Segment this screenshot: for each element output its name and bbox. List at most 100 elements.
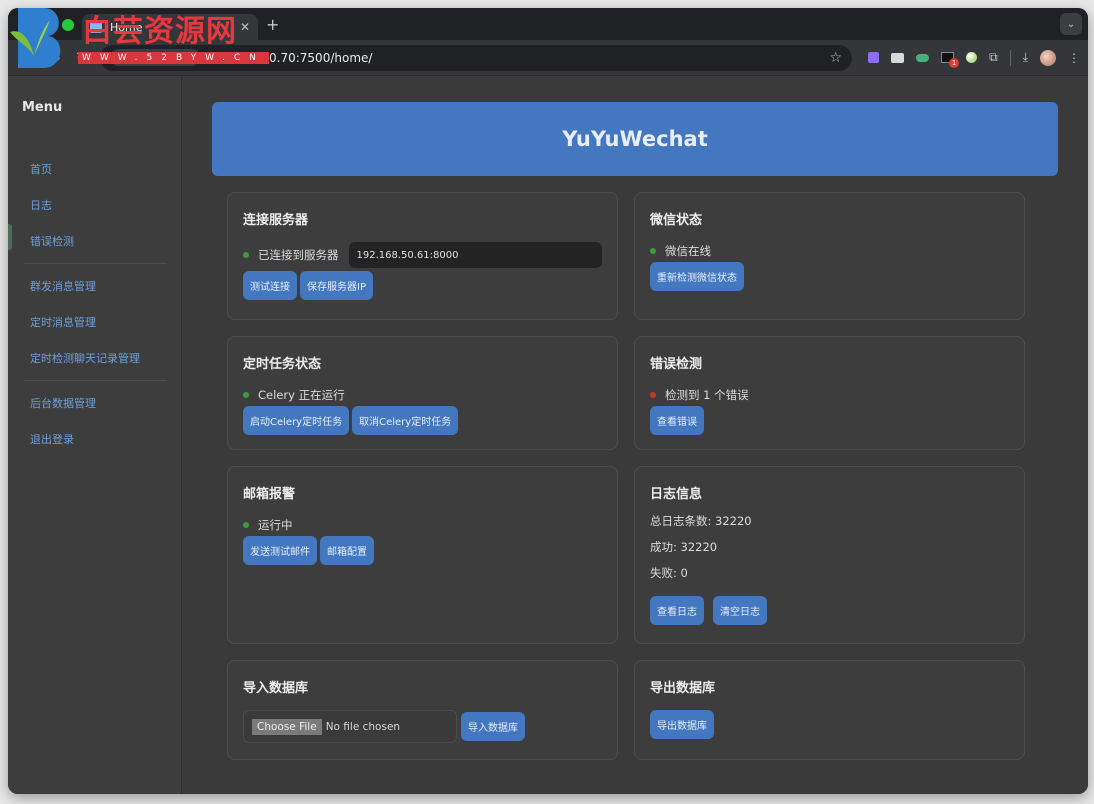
page: Menu 首页 日志 错误检测 群发消息管理 定时消息管理 定时检测聊天记录管理… [8, 76, 1088, 794]
card-title: 导入数据库 [243, 681, 309, 696]
recheck-wechat-button[interactable]: 重新检测微信状态 [650, 262, 744, 291]
favicon-icon [90, 21, 102, 33]
status-ok-dot-icon [243, 252, 249, 258]
status-ok-dot-icon [650, 248, 656, 254]
error-status: 检测到 1 个错误 [650, 386, 1009, 404]
bookmark-star-icon[interactable]: ☆ [830, 50, 843, 66]
extension-badge: 1 [949, 58, 960, 68]
choose-file-button[interactable]: Choose File [252, 718, 322, 735]
address-bar[interactable]: ⚠ Not Secure 192.168.50.70:7500/home/ ☆ [100, 44, 853, 71]
status-error-dot-icon [650, 392, 656, 398]
browser-toolbar: ← → ↻ ⚠ Not Secure 192.168.50.70:7500/ho… [8, 40, 1088, 76]
email-alert-card: 邮箱报警 运行中 发送测试邮件 邮箱配置 [227, 466, 618, 644]
file-input[interactable]: Choose File No file chosen [243, 710, 457, 743]
sidebar-item-scheduled-message[interactable]: 定时消息管理 [22, 304, 167, 340]
toolbar-divider [1009, 49, 1011, 66]
browser-window: Home ✕ + ⌄ ← → ↻ ⚠ Not Secure 192.168.50… [8, 8, 1088, 794]
save-server-ip-button[interactable]: 保存服务器IP [300, 271, 373, 300]
tab-search-button[interactable]: ⌄ [1060, 13, 1082, 35]
import-db-button[interactable]: 导入数据库 [461, 712, 525, 741]
profile-avatar[interactable] [1040, 49, 1056, 66]
start-celery-button[interactable]: 启动Celery定时任务 [243, 406, 350, 435]
tab-strip: Home ✕ + ⌄ [8, 8, 1088, 40]
sidebar: Menu 首页 日志 错误检测 群发消息管理 定时消息管理 定时检测聊天记录管理… [8, 76, 182, 794]
tab-title: Home [110, 20, 143, 34]
wechat-status-text: 微信在线 [665, 244, 711, 258]
log-failed: 失败: 0 [650, 566, 688, 580]
sidebar-item-logs[interactable]: 日志 [22, 187, 167, 223]
error-detection-card: 错误检测 检测到 1 个错误 查看错误 [634, 336, 1025, 450]
sidebar-item-home[interactable]: 首页 [22, 151, 167, 187]
celery-card: 定时任务状态 Celery 正在运行 启动Celery定时任务 取消Celery… [227, 336, 618, 450]
url-text[interactable]: 192.168.50.70:7500/home/ [208, 51, 830, 65]
sidebar-divider [24, 263, 167, 264]
more-menu-icon[interactable]: ⋮ [1068, 51, 1080, 65]
sidebar-item-chat-monitor[interactable]: 定时检测聊天记录管理 [22, 340, 167, 376]
card-title: 导出数据库 [650, 681, 716, 696]
page-title: YuYuWechat [212, 102, 1058, 176]
celery-status-text: Celery 正在运行 [258, 388, 345, 402]
extension-screen-icon[interactable]: 1 [941, 52, 960, 68]
file-status-text: No file chosen [325, 720, 401, 733]
chevron-down-icon: ⌄ [1066, 18, 1076, 30]
minimize-window-button[interactable] [42, 19, 54, 31]
log-info-card: 日志信息 总日志条数: 32220 成功: 32220 失败: 0 查看日志 清… [634, 466, 1025, 644]
sidebar-edge-handle [8, 224, 12, 250]
wechat-status-card: 微信状态 微信在线 重新检测微信状态 [634, 192, 1025, 320]
sidebar-item-logout[interactable]: 退出登录 [22, 421, 167, 457]
forward-button[interactable]: → [44, 49, 64, 67]
email-status: 运行中 [243, 516, 602, 534]
celery-status: Celery 正在运行 [243, 386, 602, 404]
extension-mask-icon[interactable] [916, 53, 930, 62]
new-tab-button[interactable]: + [266, 15, 279, 34]
download-icon[interactable]: ⤓ [1023, 50, 1028, 65]
close-tab-icon[interactable]: ✕ [240, 20, 250, 34]
sidebar-item-error-detection[interactable]: 错误检测 [22, 223, 167, 259]
close-window-button[interactable] [22, 19, 34, 31]
window-controls [22, 19, 74, 31]
send-test-email-button[interactable]: 发送测试邮件 [243, 536, 317, 565]
card-title: 邮箱报警 [243, 487, 296, 502]
main-content: YuYuWechat 连接服务器 已连接到服务器 192.168.50.61:8… [182, 76, 1088, 794]
cancel-celery-button[interactable]: 取消Celery定时任务 [352, 406, 459, 435]
server-status: 已连接到服务器 [243, 246, 339, 264]
wechat-status: 微信在线 [650, 242, 1009, 260]
back-button[interactable]: ← [16, 49, 36, 67]
card-title: 日志信息 [650, 487, 703, 502]
clear-logs-button[interactable]: 清空日志 [713, 596, 767, 625]
card-title: 错误检测 [650, 357, 703, 372]
export-db-card: 导出数据库 导出数据库 [634, 660, 1025, 760]
test-connection-button[interactable]: 测试连接 [243, 271, 297, 300]
reload-button[interactable]: ↻ [72, 49, 92, 67]
error-status-text: 检测到 1 个错误 [665, 388, 749, 402]
sidebar-item-data-admin[interactable]: 后台数据管理 [22, 385, 167, 421]
status-ok-dot-icon [243, 522, 249, 528]
email-config-button[interactable]: 邮箱配置 [320, 536, 374, 565]
card-title: 定时任务状态 [243, 357, 322, 372]
view-errors-button[interactable]: 查看错误 [650, 406, 704, 435]
maximize-window-button[interactable] [62, 19, 74, 31]
extensions-area: 1 ⧉ ⤓ ⋮ [860, 49, 1080, 68]
server-status-text: 已连接到服务器 [258, 248, 339, 262]
email-status-text: 运行中 [258, 518, 293, 532]
log-success: 成功: 32220 [650, 540, 718, 554]
export-db-button[interactable]: 导出数据库 [650, 710, 714, 739]
sidebar-divider [24, 380, 167, 381]
server-card: 连接服务器 已连接到服务器 测试连接 保存服务器IP [227, 192, 618, 320]
extensions-puzzle-icon[interactable]: ⧉ [989, 50, 998, 65]
card-title: 连接服务器 [243, 213, 309, 228]
security-indicator[interactable]: ⚠ Not Secure [110, 49, 200, 66]
sidebar-title: Menu [22, 100, 63, 115]
log-total: 总日志条数: 32220 [650, 514, 752, 528]
sidebar-item-mass-message[interactable]: 群发消息管理 [22, 268, 167, 304]
status-ok-dot-icon [243, 392, 249, 398]
card-title: 微信状态 [650, 213, 703, 228]
server-ip-input[interactable] [348, 242, 602, 268]
extension-card-icon[interactable] [891, 52, 905, 63]
import-db-card: 导入数据库 Choose File No file chosen 导入数据库 [227, 660, 618, 760]
tab-home[interactable]: Home ✕ [82, 14, 258, 40]
dashboard-grid: 连接服务器 已连接到服务器 测试连接 保存服务器IP [212, 192, 1058, 760]
extension-ball-icon[interactable] [966, 52, 978, 63]
view-logs-button[interactable]: 查看日志 [650, 596, 704, 625]
extension-purple-icon[interactable] [868, 52, 880, 63]
